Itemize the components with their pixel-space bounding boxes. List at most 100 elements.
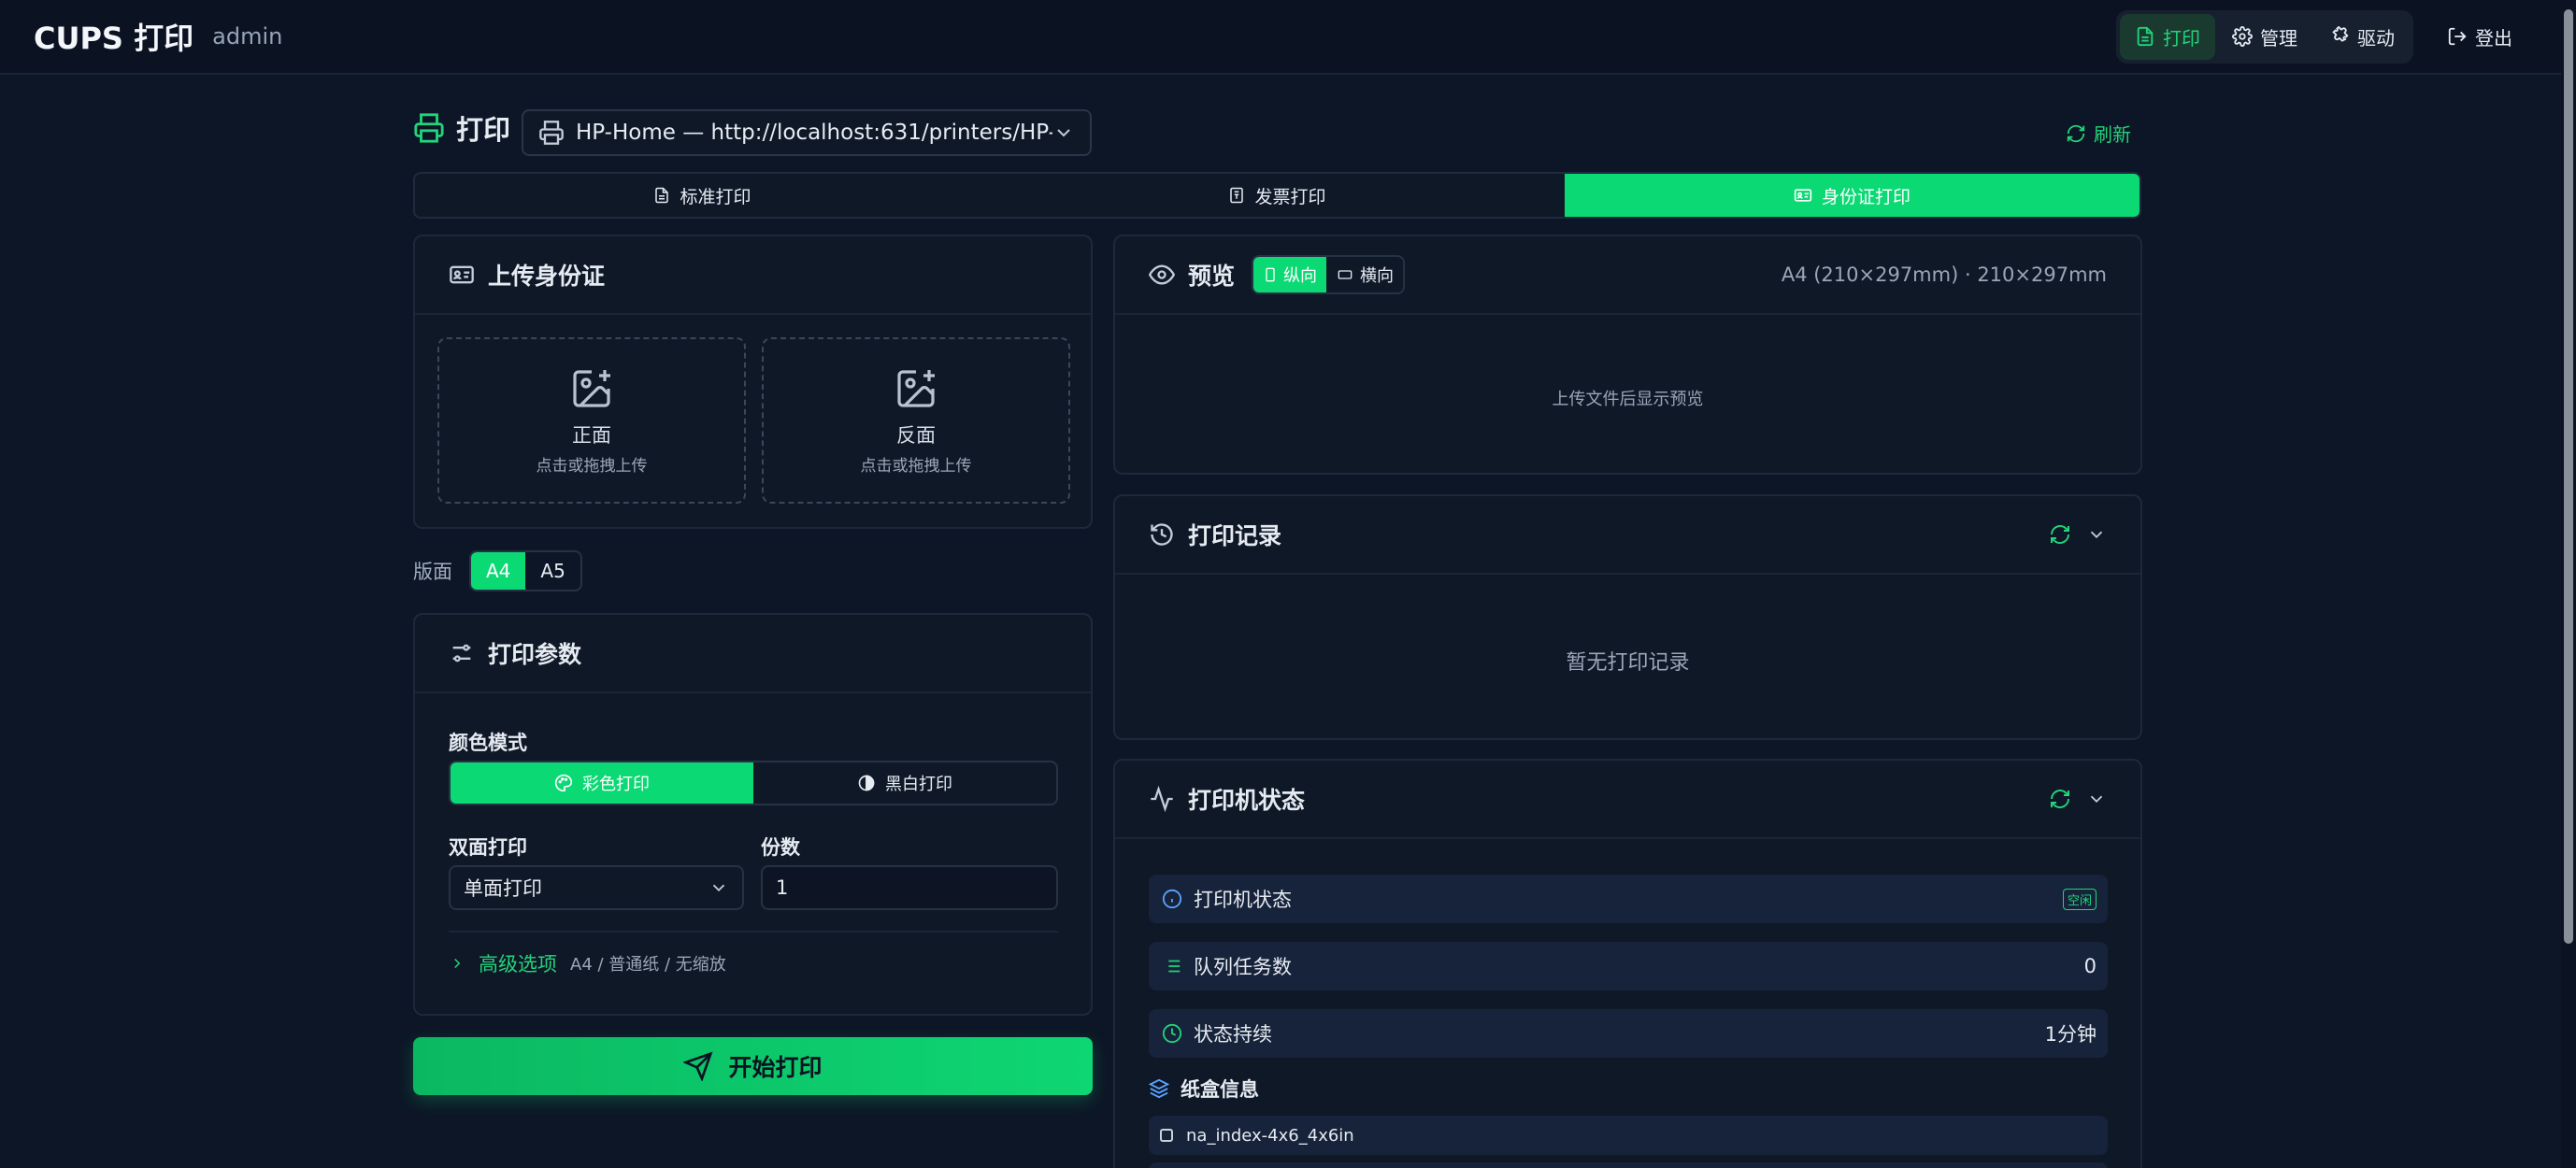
file-text-icon xyxy=(655,187,669,204)
nav-manage[interactable]: 管理 xyxy=(2217,14,2312,60)
refresh-icon[interactable] xyxy=(2049,523,2071,546)
refresh-button[interactable]: 刷新 xyxy=(2066,120,2131,147)
tab-invoice-print[interactable]: 发票打印 xyxy=(990,174,1565,217)
id-card-icon xyxy=(450,265,474,284)
printer-icon xyxy=(414,113,444,143)
portrait-icon xyxy=(1266,267,1275,282)
mono-print-option[interactable]: 黑白打印 xyxy=(753,762,1056,804)
contrast-icon xyxy=(858,775,875,791)
upload-card-header: 上传身份证 xyxy=(415,236,1091,315)
tray-info-title: 纸盒信息 xyxy=(1149,1075,1259,1103)
printer-status-header: 打印机状态 xyxy=(1115,761,2140,839)
top-nav: 打印 管理 驱动 登出 xyxy=(2116,9,2527,64)
layout-option-a5[interactable]: A5 xyxy=(525,552,580,590)
advanced-options-toggle[interactable]: 高级选项 A4 / 普通纸 / 无缩放 xyxy=(449,949,726,977)
nav-manage-label: 管理 xyxy=(2260,26,2297,50)
preview-header: 预览 纵向 横向 A4 (210×297mm) · 210×297mm xyxy=(1115,236,2140,315)
color-print-option[interactable]: 彩色打印 xyxy=(451,762,753,804)
tray-checkbox[interactable] xyxy=(1160,1129,1173,1142)
nav-print[interactable]: 打印 xyxy=(2120,13,2215,60)
upload-back-dropzone[interactable]: 反面 点击或拖拽上传 xyxy=(762,337,1070,504)
status-state-label: 打印机状态 xyxy=(1194,889,1292,911)
current-user: admin xyxy=(212,23,283,50)
print-history-title: 打印记录 xyxy=(1188,522,1282,549)
preview-card: 预览 纵向 横向 A4 (210×297mm) · 210×297mm 上传文件… xyxy=(1113,235,2142,475)
chevron-down-icon[interactable] xyxy=(2086,524,2107,545)
printer-select[interactable]: HP-Home — http://localhost:631/printers/… xyxy=(522,109,1092,156)
refresh-label: 刷新 xyxy=(2094,123,2131,146)
sliders-icon xyxy=(452,644,471,662)
scrollbar-thumb[interactable] xyxy=(2564,9,2573,944)
print-header: 打印 xyxy=(413,108,510,148)
eye-icon xyxy=(1149,264,1175,285)
advanced-options-summary: A4 / 普通纸 / 无缩放 xyxy=(570,955,726,975)
upload-back-label: 反面 xyxy=(896,423,936,447)
printer-status-card: 打印机状态 打印机状态 空闲 队列任务数 0 状态持续 1分钟 纸盒信息 na_… xyxy=(1113,759,2142,1168)
upload-front-dropzone[interactable]: 正面 点击或拖拽上传 xyxy=(437,337,746,504)
document-icon xyxy=(2137,26,2154,47)
palette-icon xyxy=(554,774,573,792)
send-icon xyxy=(683,1051,713,1081)
duration-label: 状态持续 xyxy=(1194,1023,1272,1046)
tab-idcard-print[interactable]: 身份证打印 xyxy=(1565,174,2140,217)
page-title: 打印 xyxy=(456,114,511,146)
divider xyxy=(449,931,1058,933)
history-actions xyxy=(2049,523,2107,546)
chevron-down-icon xyxy=(1057,129,1070,137)
print-params-header: 打印参数 xyxy=(415,615,1091,693)
image-plus-icon xyxy=(897,369,935,407)
landscape-label: 横向 xyxy=(1360,266,1395,286)
history-icon xyxy=(1151,523,1173,546)
nav-print-label: 打印 xyxy=(2163,26,2200,50)
refresh-icon[interactable] xyxy=(2049,788,2071,810)
status-badge: 空闲 xyxy=(2062,888,2097,910)
portrait-label: 纵向 xyxy=(1283,266,1318,286)
top-bar: CUPS 打印 admin 打印 管理 驱动 登出 xyxy=(0,0,2561,75)
print-mode-tabs: 标准打印 发票打印 身份证打印 xyxy=(413,172,2141,219)
refresh-icon xyxy=(2067,124,2085,142)
nav-drivers-label: 驱动 xyxy=(2357,26,2395,50)
tab-standard-print[interactable]: 标准打印 xyxy=(415,174,990,217)
info-icon xyxy=(1162,889,1182,909)
gear-icon xyxy=(2232,26,2253,47)
page-scrollbar[interactable] xyxy=(2561,0,2576,1168)
history-empty-message: 暂无打印记录 xyxy=(1566,651,1690,675)
landscape-option[interactable]: 横向 xyxy=(1326,257,1403,292)
upload-front-label: 正面 xyxy=(572,423,611,447)
color-print-label: 彩色打印 xyxy=(582,775,650,794)
nav-drivers[interactable]: 驱动 xyxy=(2314,14,2410,60)
duplex-select-value: 单面打印 xyxy=(464,877,542,900)
tray-row: na_index-4x6_4x6in xyxy=(1149,1116,2108,1155)
start-print-label: 开始打印 xyxy=(728,1054,823,1081)
chevron-down-icon xyxy=(712,884,725,892)
tab-invoice-label: 发票打印 xyxy=(1254,186,1326,207)
upload-back-hint: 点击或拖拽上传 xyxy=(860,456,972,476)
printer-select-value: HP-Home — http://localhost:631/printers/… xyxy=(576,121,1052,145)
tab-idcard-label: 身份证打印 xyxy=(1821,186,1911,207)
puzzle-icon xyxy=(2332,26,2349,42)
start-print-button[interactable]: 开始打印 xyxy=(413,1037,1093,1095)
landscape-icon xyxy=(1338,270,1352,279)
printer-icon xyxy=(539,121,564,145)
layers-icon xyxy=(1149,1078,1169,1099)
layout-option-a4[interactable]: A4 xyxy=(471,552,526,590)
orientation-toggle: 纵向 横向 xyxy=(1252,255,1406,294)
portrait-option[interactable]: 纵向 xyxy=(1253,257,1327,292)
logout-button[interactable]: 登出 xyxy=(2432,14,2527,60)
upload-card-title: 上传身份证 xyxy=(488,263,606,290)
copies-input[interactable] xyxy=(761,865,1058,910)
logout-icon xyxy=(2448,27,2467,46)
print-params-title: 打印参数 xyxy=(488,641,582,668)
upload-front-hint: 点击或拖拽上传 xyxy=(536,456,648,476)
logout-label: 登出 xyxy=(2475,26,2512,50)
layout-segmented-control: A4 A5 xyxy=(469,550,582,591)
print-params-card: 打印参数 颜色模式 彩色打印 黑白打印 双面打印 份数 单面打印 高级选项 A4… xyxy=(413,613,1093,1016)
clock-icon xyxy=(1162,1023,1182,1044)
list-icon xyxy=(1164,960,1181,973)
id-card-icon xyxy=(1794,189,1812,202)
app-title: CUPS 打印 xyxy=(34,21,194,56)
chevron-down-icon[interactable] xyxy=(2086,789,2107,809)
status-row-queue: 队列任务数 0 xyxy=(1149,942,2108,990)
duplex-select[interactable]: 单面打印 xyxy=(449,865,744,910)
queue-label: 队列任务数 xyxy=(1194,956,1292,978)
